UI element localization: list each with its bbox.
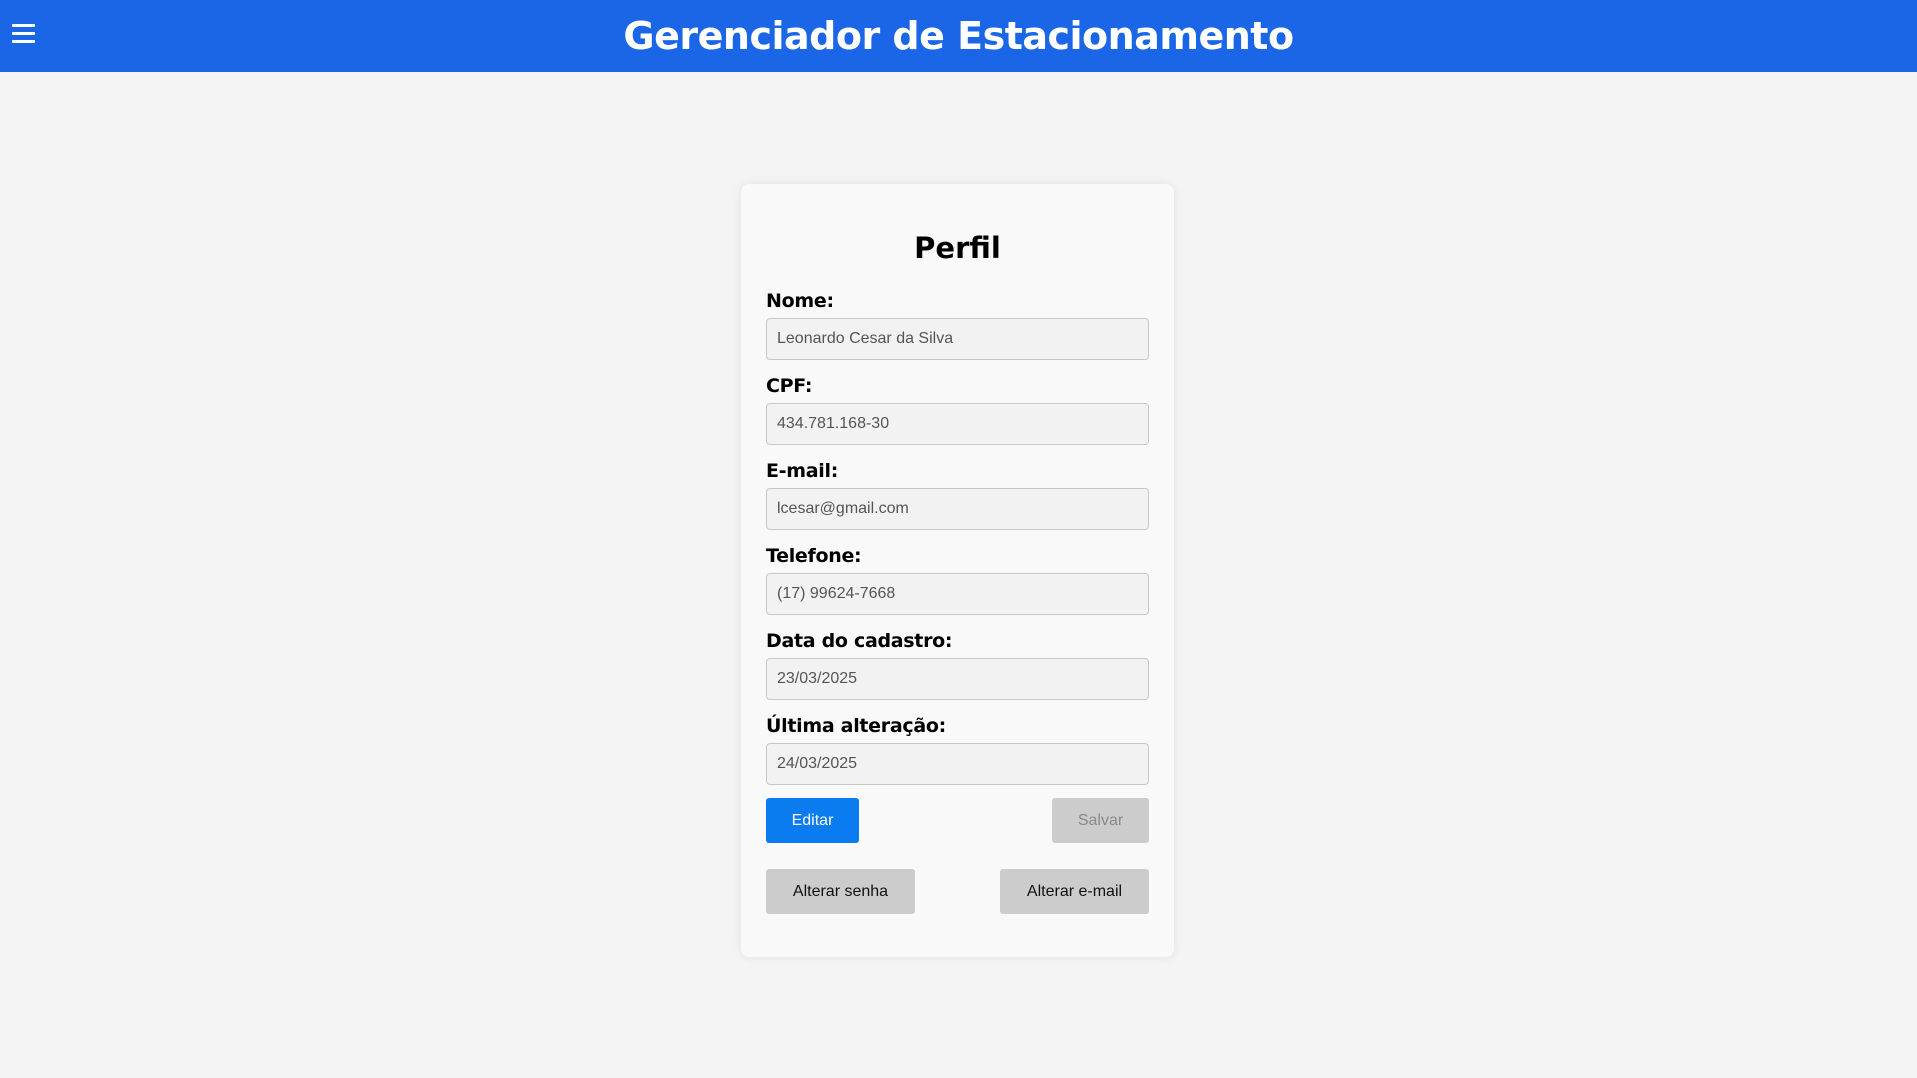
registration-date-input[interactable] xyxy=(766,658,1149,700)
name-input[interactable] xyxy=(766,318,1149,360)
cpf-field-group: CPF: xyxy=(766,373,1149,458)
change-email-button[interactable]: Alterar e-mail xyxy=(1000,869,1149,914)
last-modified-field-group: Última alteração: xyxy=(766,713,1149,798)
name-field-group: Nome: xyxy=(766,288,1149,373)
save-button[interactable]: Salvar xyxy=(1052,798,1149,843)
email-input[interactable] xyxy=(766,488,1149,530)
registration-date-field-group: Data do cadastro: xyxy=(766,628,1149,713)
profile-card: Perfil Nome: CPF: E-mail: Telefone: Data… xyxy=(741,184,1174,957)
hamburger-menu-icon[interactable] xyxy=(12,24,36,48)
cpf-label: CPF: xyxy=(766,375,813,397)
last-modified-label: Última alteração: xyxy=(766,715,946,737)
change-password-button[interactable]: Alterar senha xyxy=(766,869,915,914)
phone-label: Telefone: xyxy=(766,545,862,567)
app-title: Gerenciador de Estacionamento xyxy=(623,14,1294,58)
name-label: Nome: xyxy=(766,290,834,312)
phone-input[interactable] xyxy=(766,573,1149,615)
edit-save-row: Editar Salvar xyxy=(766,798,1149,843)
account-actions-row: Alterar senha Alterar e-mail xyxy=(766,869,1149,914)
edit-button[interactable]: Editar xyxy=(766,798,859,843)
phone-field-group: Telefone: xyxy=(766,543,1149,628)
email-label: E-mail: xyxy=(766,460,839,482)
profile-title: Perfil xyxy=(914,231,1001,265)
last-modified-input[interactable] xyxy=(766,743,1149,785)
cpf-input[interactable] xyxy=(766,403,1149,445)
top-bar: Gerenciador de Estacionamento xyxy=(0,0,1917,72)
email-field-group: E-mail: xyxy=(766,458,1149,543)
registration-date-label: Data do cadastro: xyxy=(766,630,953,652)
